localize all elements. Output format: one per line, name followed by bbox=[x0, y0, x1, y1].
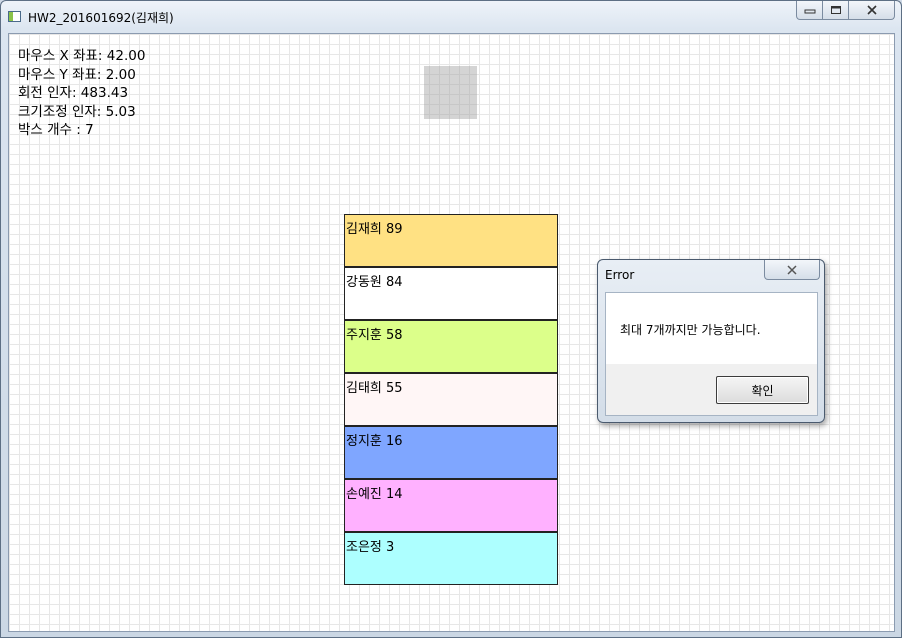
box-count-readout: 박스 개수 : 7 bbox=[18, 122, 94, 138]
box-label: 조은정 3 bbox=[346, 540, 395, 555]
mouse-y-readout: 마우스 Y 좌표: 2.00 bbox=[18, 66, 136, 83]
app-window: HW2_201601692(김재희) 마우스 X 좌표: 42.00 마우스 Y… bbox=[0, 0, 902, 638]
title-bar[interactable]: HW2_201601692(김재희) bbox=[1, 1, 901, 33]
box-item[interactable]: 김태희 55 bbox=[344, 373, 558, 426]
error-dialog: Error 최대 7개까지만 가능합니다. 확인 bbox=[597, 259, 825, 423]
dialog-message: 최대 7개까지만 가능합니다. bbox=[620, 323, 761, 337]
dialog-message-area: 최대 7개까지만 가능합니다. bbox=[606, 293, 817, 364]
info-overlay: 마우스 X 좌표: 42.00 마우스 Y 좌표: 2.00 회전 인자: 48… bbox=[18, 47, 145, 140]
box-label: 손예진 14 bbox=[346, 487, 403, 502]
app-icon bbox=[8, 11, 21, 22]
box-item[interactable]: 조은정 3 bbox=[344, 532, 558, 585]
scale-readout: 크기조정 인자: 5.03 bbox=[18, 103, 136, 120]
mouse-x-readout: 마우스 X 좌표: 42.00 bbox=[18, 48, 146, 64]
window-title: HW2_201601692(김재희) bbox=[28, 11, 174, 25]
dialog-body: 최대 7개까지만 가능합니다. 확인 bbox=[605, 292, 818, 416]
minimize-button[interactable] bbox=[796, 1, 823, 20]
box-label: 김재희 89 bbox=[346, 222, 403, 237]
ok-button[interactable]: 확인 bbox=[716, 376, 809, 404]
minimize-icon bbox=[804, 9, 815, 14]
maximize-button[interactable] bbox=[823, 1, 849, 20]
close-icon bbox=[866, 5, 877, 15]
box-label: 강동원 84 bbox=[346, 275, 403, 290]
box-item[interactable]: 손예진 14 bbox=[344, 479, 558, 532]
box-item[interactable]: 주지훈 58 bbox=[344, 320, 558, 373]
maximize-icon bbox=[830, 6, 841, 14]
close-icon bbox=[787, 264, 797, 275]
dialog-title: Error bbox=[605, 268, 635, 282]
box-item[interactable]: 김재희 89 bbox=[344, 214, 558, 267]
close-button[interactable] bbox=[849, 1, 895, 20]
box-stack: 김재희 89 강동원 84 주지훈 58 김태희 55 정지훈 16 손예진 1… bbox=[344, 214, 558, 585]
dialog-close-button[interactable] bbox=[764, 260, 820, 280]
box-item[interactable]: 강동원 84 bbox=[344, 267, 558, 320]
rotation-readout: 회전 인자: 483.43 bbox=[18, 85, 129, 101]
box-label: 김태희 55 bbox=[346, 381, 403, 396]
box-label: 정지훈 16 bbox=[346, 434, 403, 449]
window-controls bbox=[796, 1, 895, 21]
box-item[interactable]: 정지훈 16 bbox=[344, 426, 558, 479]
box-label: 주지훈 58 bbox=[346, 328, 403, 343]
cursor-box bbox=[424, 66, 477, 119]
